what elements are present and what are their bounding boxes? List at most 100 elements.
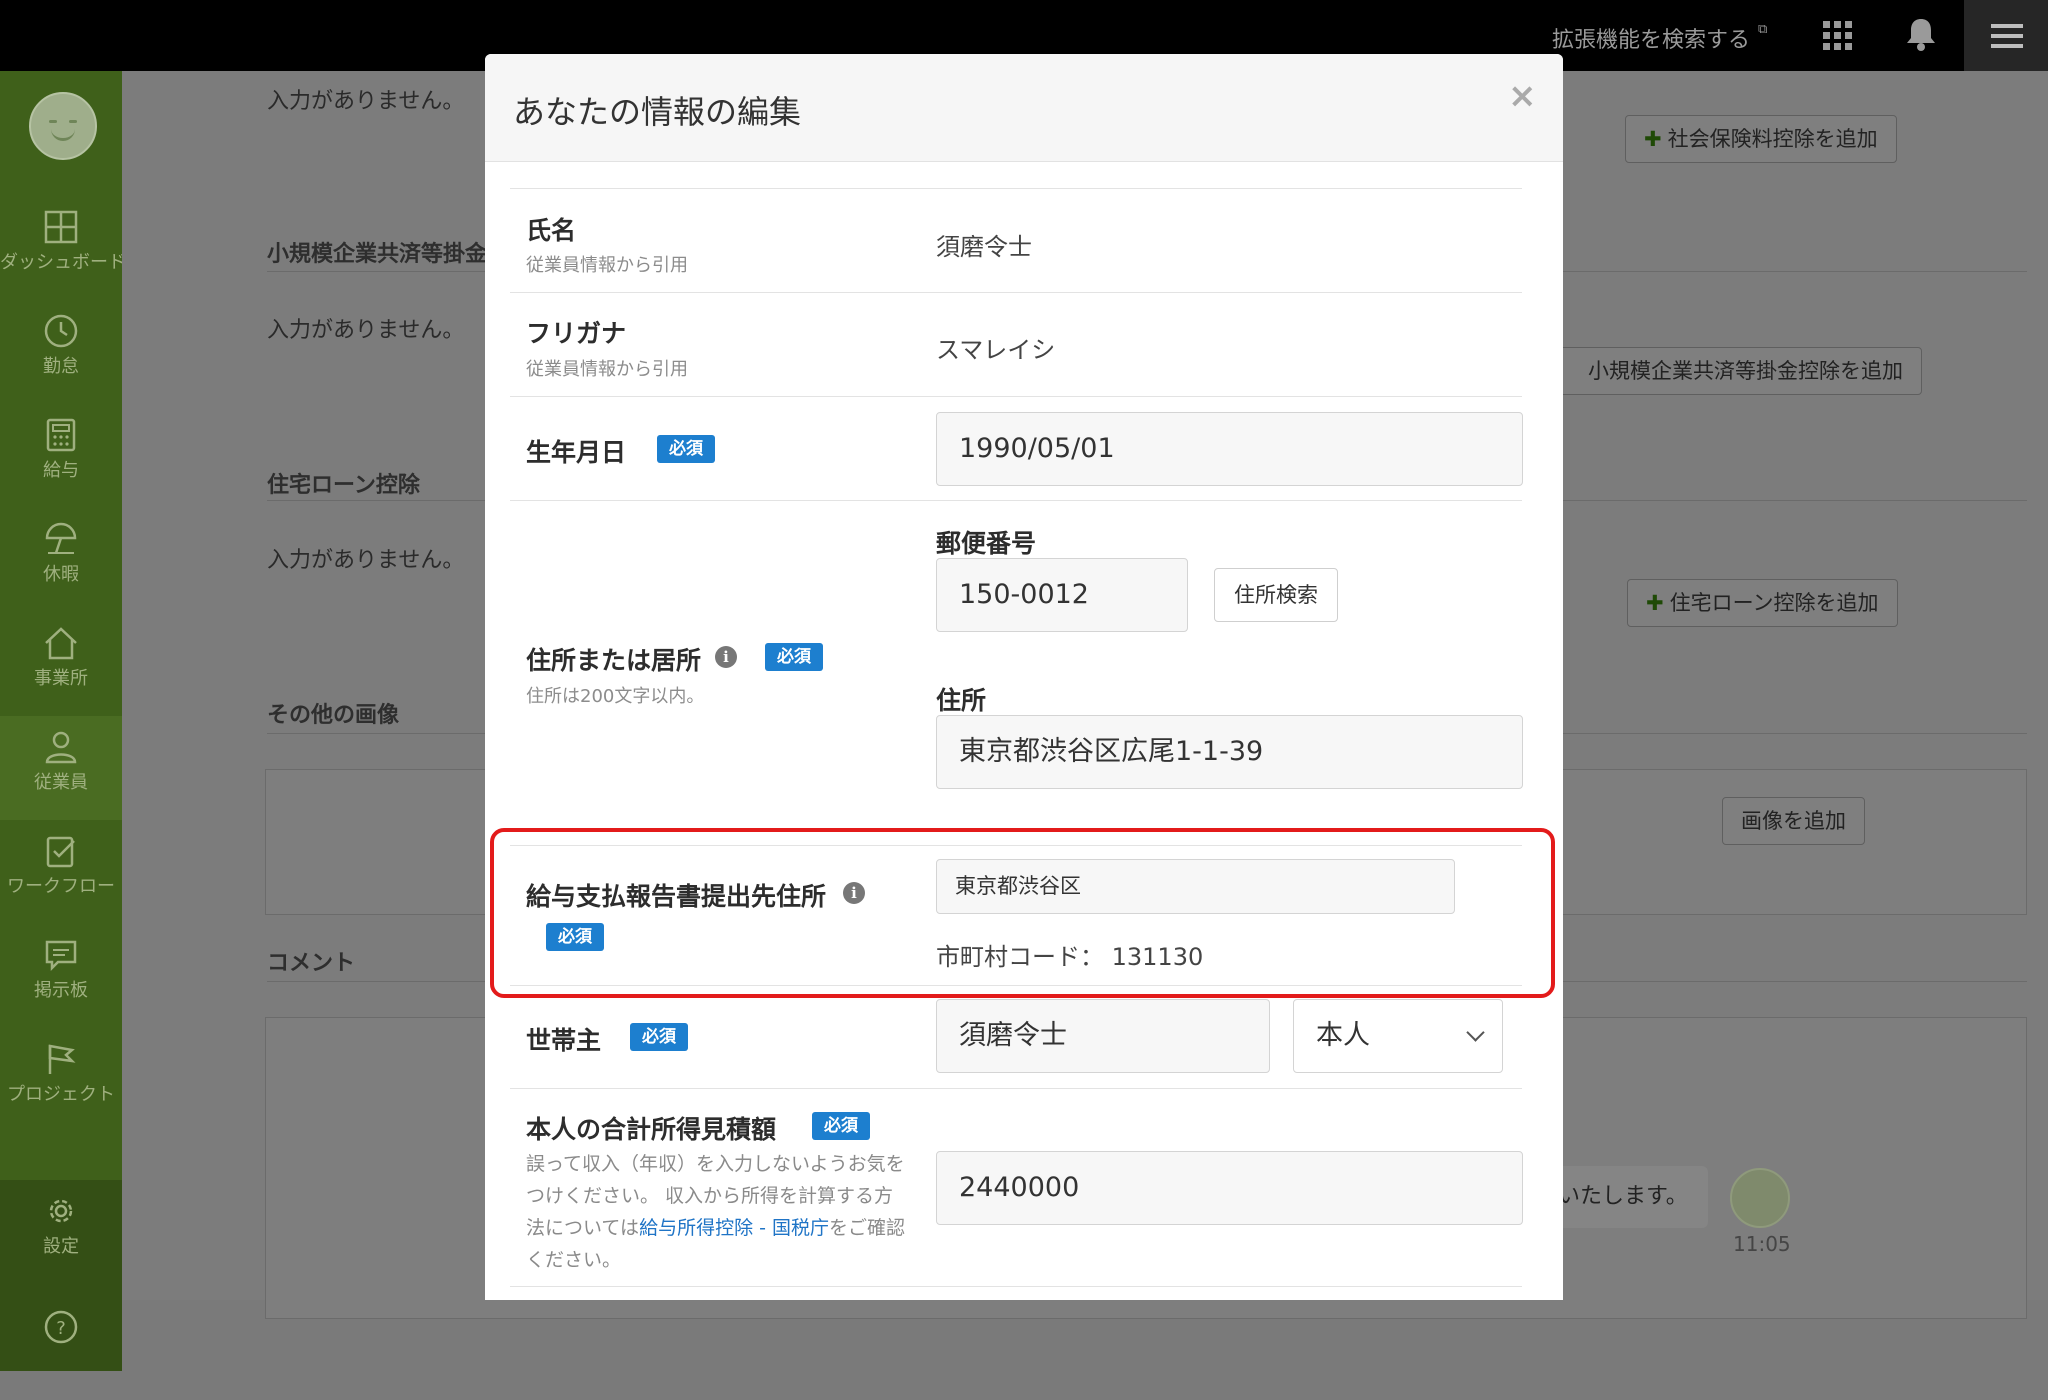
- furigana-source-note: 従業員情報から引用: [526, 359, 688, 380]
- add-image-button[interactable]: 画像を追加: [1722, 797, 1865, 845]
- dashboard-icon: [44, 210, 78, 244]
- extensions-search-link[interactable]: 拡張機能を検索する ⧉: [1552, 22, 1767, 54]
- checklist-icon: [46, 836, 75, 868]
- name-value: 須磨令士: [936, 233, 1032, 261]
- sidebar-item-label: 掲示板: [34, 980, 88, 1001]
- add-image-label: 画像を追加: [1741, 809, 1846, 833]
- chat-icon: [45, 940, 77, 972]
- no-input-text: 入力がありません。: [267, 548, 465, 573]
- sidebar-lower-section: 設定 ?: [0, 1180, 122, 1371]
- furigana-label: フリガナ: [526, 319, 627, 348]
- sidebar-item-label: 勤怠: [43, 356, 79, 377]
- plus-icon: ✚: [1646, 591, 1664, 615]
- address-search-button[interactable]: 住所検索: [1214, 568, 1338, 622]
- sidebar-item-settings[interactable]: 設定: [0, 1180, 122, 1284]
- divider: [510, 500, 1522, 501]
- sidebar-item-label: 設定: [43, 1236, 79, 1257]
- sidebar-item-bulletin[interactable]: 掲示板: [0, 924, 122, 1028]
- apps-grid-icon[interactable]: [1823, 21, 1853, 51]
- chat-message: いたします。: [1548, 1166, 1708, 1228]
- modal-header: あなたの情報の編集 ×: [485, 54, 1563, 162]
- postal-code-input[interactable]: 150-0012: [936, 558, 1188, 632]
- sidebar-item-label: ワークフロー: [7, 876, 115, 897]
- householder-relation-select[interactable]: 本人: [1293, 999, 1503, 1073]
- info-icon[interactable]: i: [715, 646, 737, 668]
- add-small-business-button[interactable]: 小規模企業共済等掛金控除を追加: [1547, 347, 1922, 395]
- parasol-icon: [45, 522, 77, 554]
- sidebar-item-attendance[interactable]: 勤怠: [0, 300, 122, 404]
- address-input[interactable]: 東京都渋谷区広尾1-1-39: [936, 715, 1523, 789]
- householder-relation-value: 本人: [1316, 1020, 1370, 1051]
- name-source-note: 従業員情報から引用: [526, 255, 688, 276]
- add-social-insurance-button[interactable]: ✚ 社会保険料控除を追加: [1625, 115, 1897, 163]
- help-icon: ?: [44, 1310, 78, 1344]
- section-other-images: その他の画像: [267, 703, 400, 728]
- required-badge: 必須: [657, 435, 715, 463]
- divider: [510, 396, 1522, 397]
- chat-timestamp: 11:05: [1733, 1232, 1791, 1256]
- no-input-text: 入力がありません。: [267, 89, 465, 114]
- user-avatar[interactable]: [29, 92, 97, 160]
- address-label: 住所または居所: [526, 646, 702, 675]
- home-icon: [45, 627, 77, 660]
- sidebar-item-project[interactable]: プロジェクト: [0, 1028, 122, 1132]
- sidebar-item-office[interactable]: 事業所: [0, 612, 122, 716]
- plus-icon: ✚: [1644, 127, 1662, 151]
- divider: [510, 1286, 1522, 1287]
- birthdate-label: 生年月日: [526, 438, 627, 467]
- income-estimate-input[interactable]: 2440000: [936, 1151, 1523, 1225]
- clock-icon: [44, 314, 78, 348]
- sidebar-item-workflow[interactable]: ワークフロー: [0, 820, 122, 924]
- postal-code-label: 郵便番号: [936, 529, 1037, 558]
- sidebar-item-vacation[interactable]: 休暇: [0, 508, 122, 612]
- sidebar-item-dashboard[interactable]: ダッシュボード: [0, 196, 126, 300]
- required-badge: 必須: [630, 1023, 688, 1051]
- modal-title: あなたの情報の編集: [513, 93, 802, 131]
- add-housing-loan-label: 住宅ローン控除を追加: [1669, 591, 1879, 615]
- sidebar-item-label: 休暇: [43, 564, 79, 585]
- chat-message-text: いたします。: [1558, 1184, 1688, 1209]
- hamburger-menu-button[interactable]: [1964, 0, 2048, 71]
- section-housing-loan: 住宅ローン控除: [267, 473, 420, 498]
- gear-icon: [49, 1199, 73, 1223]
- householder-name-input[interactable]: 須磨令士: [936, 999, 1270, 1073]
- divider: [510, 1088, 1522, 1089]
- sidebar: ダッシュボード 勤怠 給与 休暇 事業所 従業員 ワークフロー 掲示板 プロジェ…: [0, 71, 126, 1371]
- highlight-box: [490, 828, 1555, 998]
- sidebar-item-label: プロジェクト: [7, 1084, 115, 1105]
- required-badge: 必須: [812, 1112, 870, 1140]
- chat-avatar: [1730, 1168, 1790, 1228]
- householder-label: 世帯主: [526, 1026, 602, 1055]
- chevron-down-icon: [1466, 1023, 1485, 1042]
- sidebar-item-label: 事業所: [34, 668, 88, 689]
- furigana-value: スマレイシ: [936, 336, 1056, 364]
- sidebar-item-employees[interactable]: 従業員: [0, 716, 122, 820]
- income-estimate-label: 本人の合計所得見積額: [526, 1115, 777, 1144]
- add-small-business-label: 小規模企業共済等掛金控除を追加: [1588, 359, 1903, 383]
- close-icon[interactable]: ×: [1508, 76, 1537, 116]
- no-input-text: 入力がありません。: [267, 318, 465, 343]
- flag-icon: [48, 1044, 76, 1074]
- name-label: 氏名: [526, 216, 577, 245]
- section-comments: コメント: [267, 951, 356, 976]
- sidebar-item-payroll[interactable]: 給与: [0, 404, 122, 508]
- notification-bell-icon[interactable]: [1905, 16, 1937, 56]
- svg-text:?: ?: [56, 1318, 66, 1339]
- extensions-search-label[interactable]: 拡張機能を検索する: [1552, 28, 1750, 53]
- divider: [510, 292, 1522, 293]
- sidebar-item-label: 給与: [43, 460, 79, 481]
- birthdate-input[interactable]: 1990/05/01: [936, 412, 1523, 486]
- income-deduction-link[interactable]: 給与所得控除 - 国税庁: [639, 1217, 829, 1239]
- sidebar-item-label: ダッシュボード: [0, 252, 126, 273]
- income-help-text: 誤って収入（年収）を入力しないようお気をつけください。 収入から所得を計算する方…: [526, 1148, 906, 1276]
- person-icon: [45, 731, 77, 764]
- calculator-icon: [46, 418, 76, 452]
- add-housing-loan-button[interactable]: ✚ 住宅ローン控除を追加: [1627, 579, 1898, 627]
- external-link-icon: ⧉: [1758, 22, 1768, 37]
- sidebar-item-label: 従業員: [34, 772, 88, 793]
- edit-info-modal: あなたの情報の編集 × 氏名 従業員情報から引用 須磨令士 フリガナ 従業員情報…: [485, 54, 1563, 1300]
- address-field-label: 住所: [936, 686, 987, 715]
- required-badge: 必須: [765, 643, 823, 671]
- divider: [510, 188, 1522, 189]
- sidebar-item-help[interactable]: ?: [0, 1296, 122, 1400]
